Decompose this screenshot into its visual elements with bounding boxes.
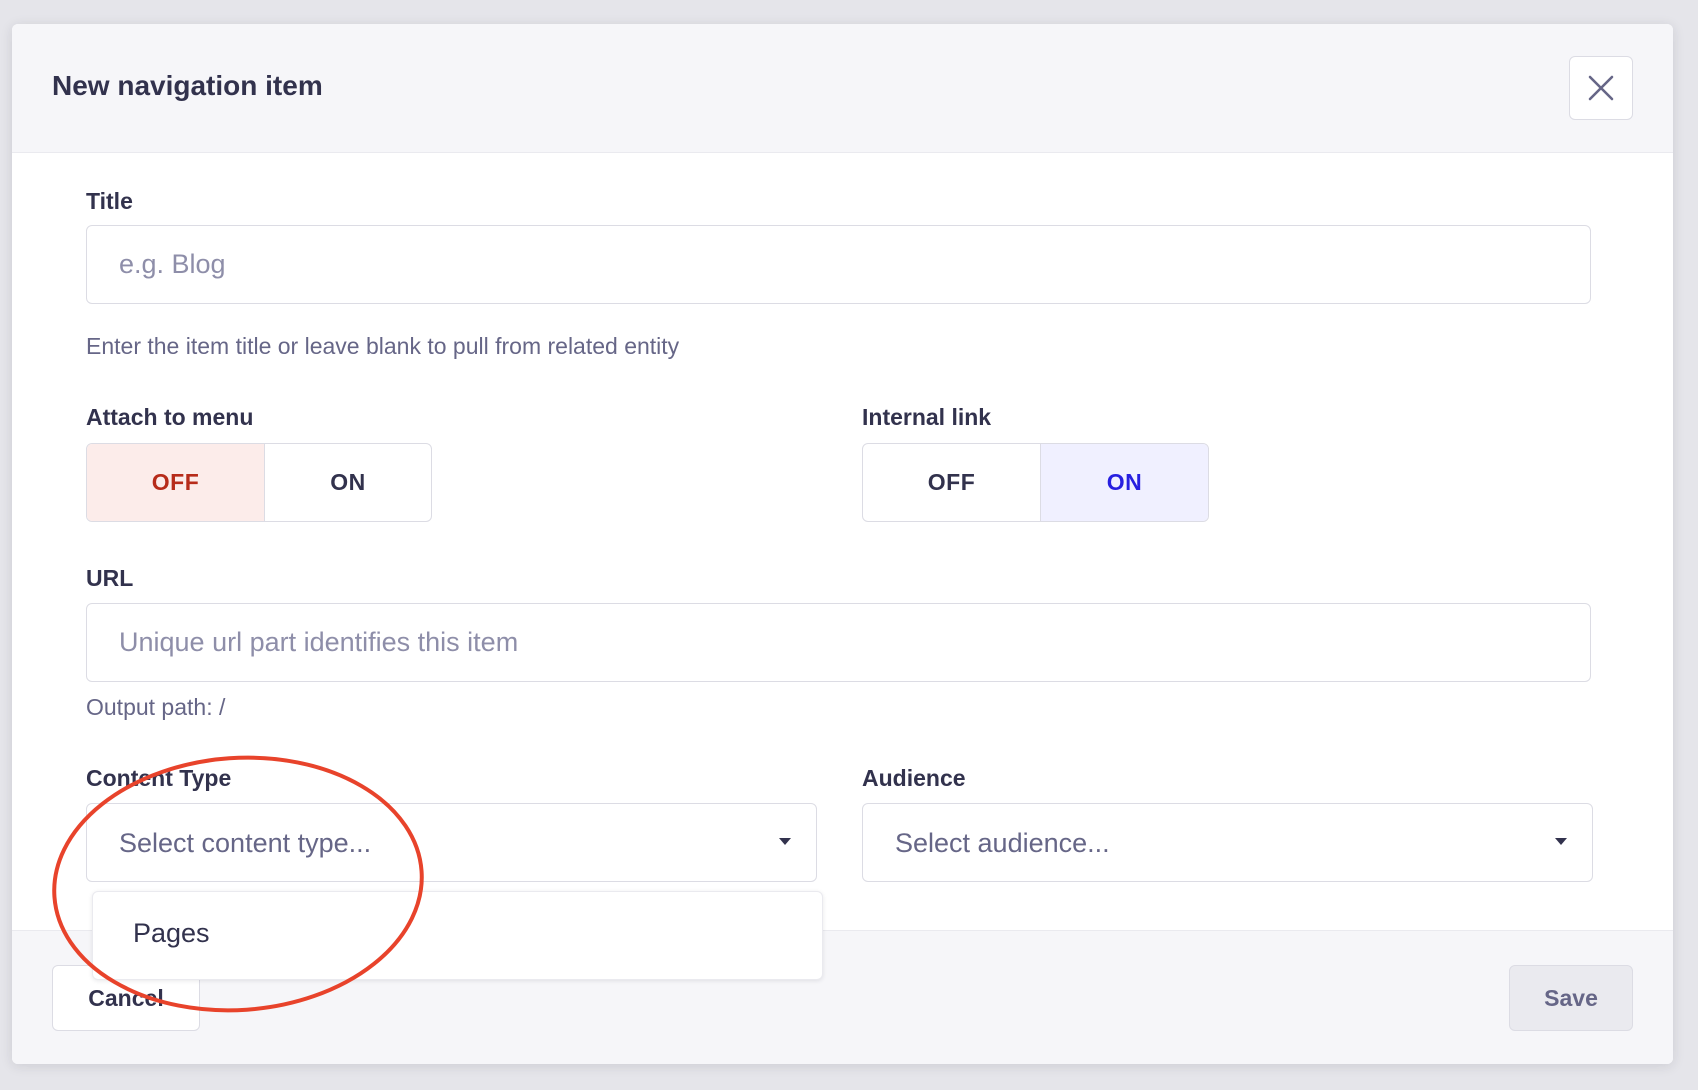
internal-link-label: Internal link bbox=[862, 404, 992, 430]
url-input[interactable] bbox=[86, 603, 1591, 682]
output-path-hint: Output path: / bbox=[86, 694, 226, 720]
internal-link-on-option[interactable]: ON bbox=[1040, 444, 1208, 521]
url-label: URL bbox=[86, 565, 134, 591]
audience-placeholder: Select audience... bbox=[895, 828, 1110, 858]
attach-to-menu-label: Attach to menu bbox=[86, 404, 254, 430]
internal-link-toggle: OFF ON bbox=[862, 443, 1209, 522]
modal-title: New navigation item bbox=[52, 70, 323, 101]
save-button[interactable]: Save bbox=[1509, 965, 1633, 1031]
content-type-label: Content Type bbox=[86, 765, 232, 791]
content-type-select[interactable]: Select content type... bbox=[86, 803, 817, 882]
attach-to-menu-off-option[interactable]: OFF bbox=[87, 444, 264, 521]
dropdown-option-pages[interactable]: Pages bbox=[133, 918, 210, 949]
title-input[interactable] bbox=[86, 225, 1591, 304]
content-type-placeholder: Select content type... bbox=[119, 828, 372, 858]
title-hint: Enter the item title or leave blank to p… bbox=[86, 333, 680, 359]
close-icon bbox=[1588, 75, 1614, 101]
modal-dialog: New navigation item Title Enter the item… bbox=[12, 24, 1673, 1064]
close-button[interactable] bbox=[1569, 56, 1633, 120]
audience-select[interactable]: Select audience... bbox=[862, 803, 1593, 882]
attach-to-menu-toggle: OFF ON bbox=[86, 443, 432, 522]
title-label: Title bbox=[86, 188, 133, 214]
attach-to-menu-on-option[interactable]: ON bbox=[264, 444, 431, 521]
modal-header: New navigation item bbox=[12, 24, 1673, 153]
internal-link-off-option[interactable]: OFF bbox=[863, 444, 1040, 521]
chevron-down-icon bbox=[1555, 838, 1567, 845]
audience-label: Audience bbox=[862, 765, 966, 791]
content-type-dropdown: Pages bbox=[92, 891, 823, 980]
chevron-down-icon bbox=[779, 838, 791, 845]
